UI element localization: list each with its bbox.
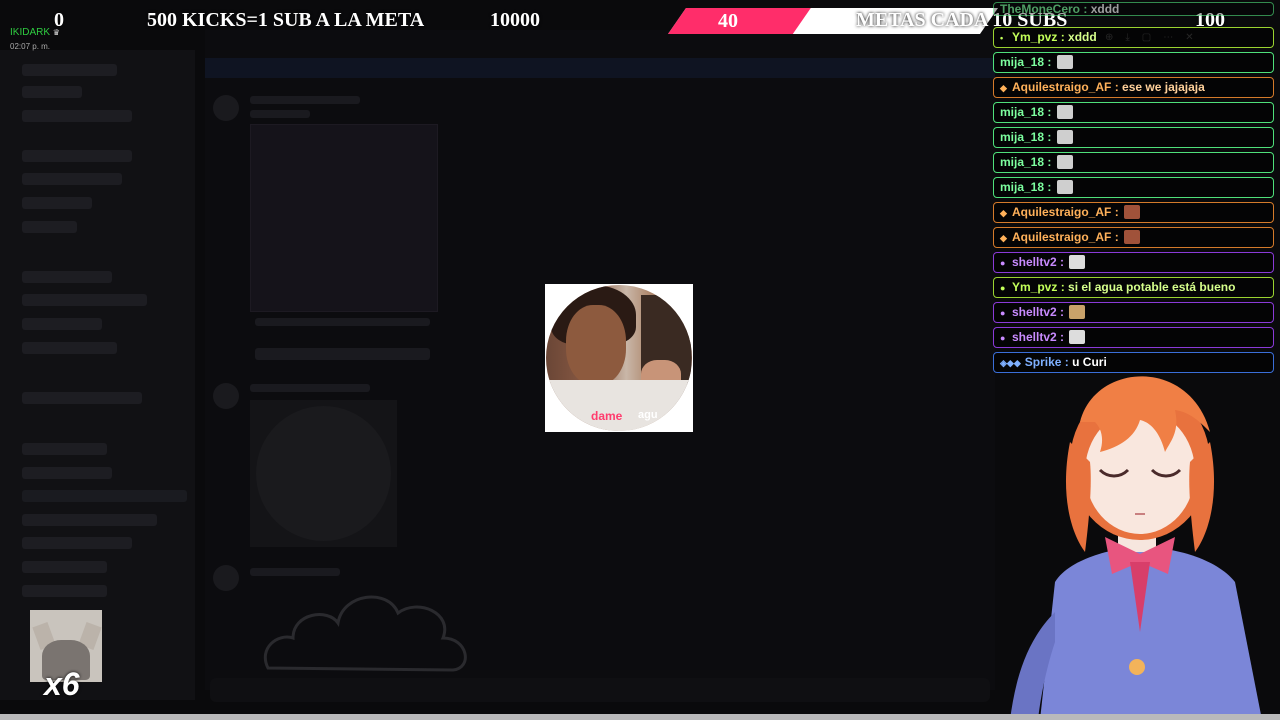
chat-badge-icon: ● (1000, 308, 1006, 318)
sidebar-item[interactable] (22, 197, 92, 209)
chat-badge-icon: ● (1000, 258, 1006, 268)
chat-text: xddd (1090, 2, 1120, 16)
sidebar-item[interactable] (22, 64, 117, 76)
chat-username[interactable]: mija_18 (1000, 180, 1044, 194)
chat-username[interactable]: shelltv2 (1012, 305, 1057, 319)
chat-username[interactable]: TheMoneCero (1000, 3, 1080, 15)
chat-username[interactable]: Aquilestraigo_AF (1012, 230, 1111, 244)
embed-button[interactable] (255, 348, 430, 360)
sidebar-item[interactable] (22, 537, 132, 549)
chat-message: mija_18 : (993, 127, 1274, 148)
avatar[interactable] (213, 95, 239, 121)
chat-username[interactable]: mija_18 (1000, 155, 1044, 169)
chat-message: mija_18 : (993, 102, 1274, 123)
emote-icon (1056, 130, 1073, 144)
image-caption-pink: dame (591, 409, 623, 423)
chat-message: ● shelltv2 : (993, 252, 1274, 273)
chat-username[interactable]: Ym_pvz (1012, 30, 1057, 44)
message-author (250, 568, 340, 576)
chat-message: mija_18 : (993, 52, 1274, 73)
sidebar-item-active[interactable] (22, 490, 187, 502)
emote-icon (1056, 105, 1073, 119)
image-caption-white: agu (638, 409, 658, 421)
discord-banner (205, 58, 995, 78)
sidebar-item[interactable] (22, 294, 147, 306)
sidebar-item[interactable] (22, 318, 102, 330)
emote-icon (1124, 205, 1141, 219)
sidebar-item[interactable] (22, 443, 107, 455)
message-image[interactable] (250, 400, 397, 547)
chat-message: • Ym_pvz : xddd (993, 27, 1274, 48)
streamer-name-text: IKIDARK (10, 27, 51, 38)
chat-username[interactable]: Ym_pvz (1012, 280, 1057, 294)
message-author (250, 96, 360, 104)
avatar[interactable] (213, 383, 239, 409)
chat-username[interactable]: mija_18 (1000, 105, 1044, 119)
chat-text: ese we jajajaja (1122, 80, 1205, 94)
subs-progress-value: 40 (718, 10, 738, 32)
sidebar-item[interactable] (22, 467, 112, 479)
sidebar-item[interactable] (22, 392, 142, 404)
emote-icon (1069, 255, 1086, 269)
chat-message: ◆ Aquilestraigo_AF : ese we jajajaja (993, 77, 1274, 98)
chat-username[interactable]: mija_18 (1000, 55, 1044, 69)
sidebar-item[interactable] (22, 342, 117, 354)
discord-channel-sidebar (0, 50, 195, 700)
chat-badge-icon: ● (1000, 283, 1006, 293)
emote-icon (1056, 155, 1073, 169)
sidebar-item[interactable] (22, 173, 122, 185)
emote-icon (1056, 180, 1073, 194)
chat-message: ◆ Aquilestraigo_AF : (993, 202, 1274, 223)
chat-badge-icon: ◆ (1000, 83, 1007, 93)
chat-username[interactable]: mija_18 (1000, 130, 1044, 144)
chat-badge-icon: ◆ (1000, 233, 1007, 243)
chat-text: si el agua potable está bueno (1068, 280, 1236, 294)
emote-icon (1069, 305, 1086, 319)
sidebar-item[interactable] (22, 110, 132, 122)
center-profile-image: dame agu (545, 284, 693, 432)
sidebar-item[interactable] (22, 585, 107, 597)
chat-username[interactable]: Aquilestraigo_AF (1012, 80, 1111, 94)
sidebar-item[interactable] (22, 561, 107, 573)
chat-message: mija_18 : (993, 177, 1274, 198)
sidebar-item[interactable] (22, 86, 82, 98)
profile-photo: dame agu (546, 285, 692, 431)
chat-username[interactable]: shelltv2 (1012, 255, 1057, 269)
message-author (250, 384, 370, 392)
chat-badge-icon: • (1000, 33, 1004, 43)
chat-message: ● Ym_pvz : si el agua potable está bueno (993, 277, 1274, 298)
sidebar-item[interactable] (22, 514, 157, 526)
embed-text (255, 318, 430, 326)
avatar[interactable] (213, 565, 239, 591)
crown-icon: ♛ (52, 28, 60, 37)
vtuber-avatar (1010, 376, 1262, 720)
cloud-sticker (264, 595, 467, 672)
emote-icon (1124, 230, 1141, 244)
message-input[interactable] (210, 678, 990, 702)
chat-message: ● shelltv2 : (993, 302, 1274, 323)
chat-badge-icon: ◆ (1000, 208, 1007, 218)
combo-counter: x6 (44, 666, 80, 702)
chat-message: mija_18 : (993, 152, 1274, 173)
kicks-target: 10000 (490, 9, 540, 31)
sidebar-item[interactable] (22, 271, 112, 283)
message-text (250, 110, 310, 118)
chat-text: xddd (1068, 30, 1097, 44)
sidebar-item[interactable] (22, 221, 77, 233)
emote-icon (1056, 55, 1073, 69)
clock: 02:07 p. m. (10, 42, 51, 51)
chat-username[interactable]: Aquilestraigo_AF (1012, 205, 1111, 219)
streamer-name: IKIDARK ♛ (10, 27, 60, 38)
chat-message: TheMoneCero : xddd (993, 2, 1274, 16)
kicks-goal-label: 500 KICKS=1 SUB A LA META (147, 9, 425, 31)
chat-message: ◆ Aquilestraigo_AF : (993, 227, 1274, 248)
taskbar-strip (0, 714, 1280, 720)
sidebar-item[interactable] (22, 150, 132, 162)
message-image[interactable] (250, 124, 438, 312)
